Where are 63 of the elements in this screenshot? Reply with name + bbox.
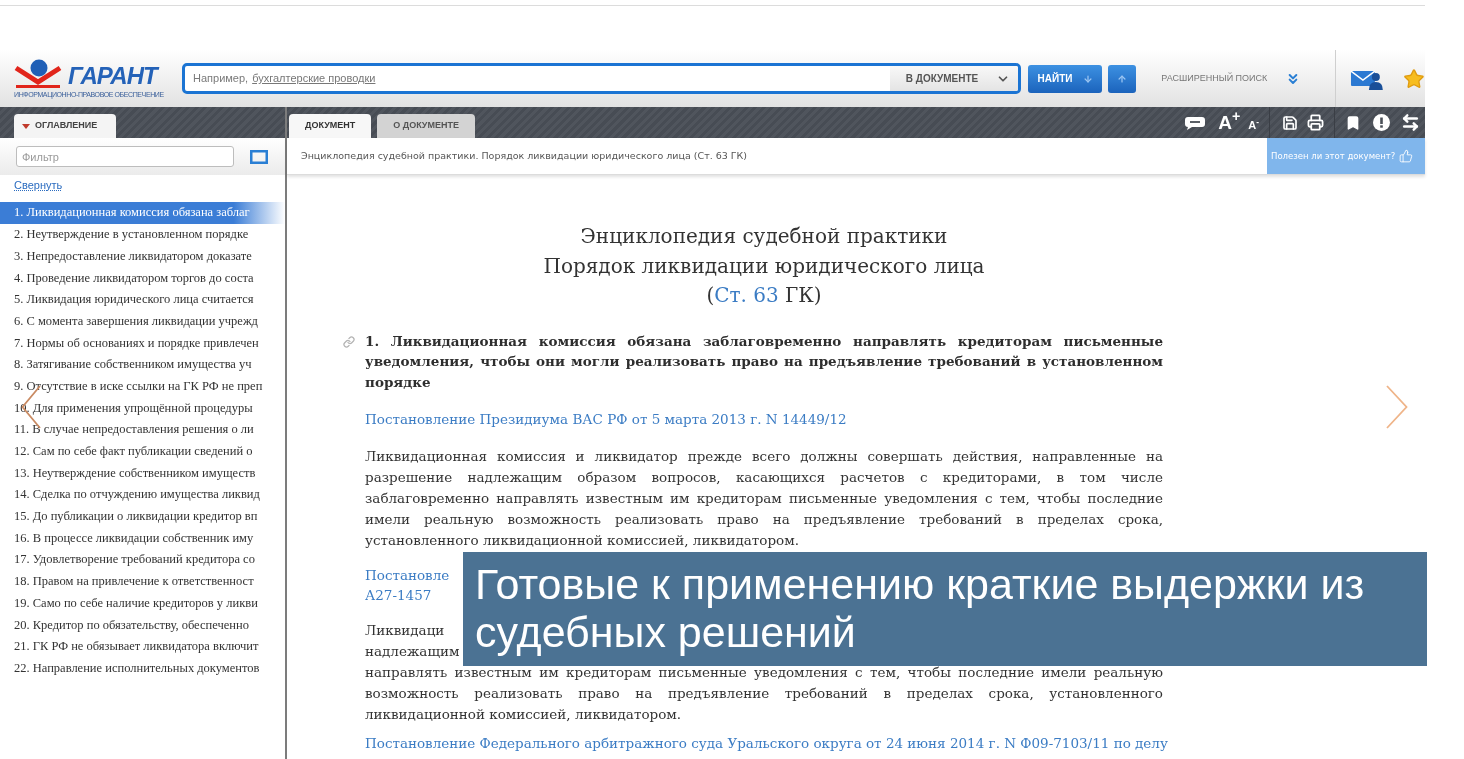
contents-item[interactable]: 13. Неутверждение собственником имуществ xyxy=(0,462,285,484)
contents-item[interactable]: 5. Ликвидация юридического лица считается xyxy=(0,288,285,311)
contents-item[interactable]: 4. Проведение ликвидатором торгов до соста xyxy=(0,267,285,289)
down-arrow-icon xyxy=(1082,73,1093,84)
thumbs-up-icon xyxy=(1399,149,1414,163)
advanced-search-button[interactable]: РАСШИРЕННЫЙ ПОИСК xyxy=(1161,70,1302,87)
print-icon[interactable] xyxy=(1307,114,1324,131)
alert-icon[interactable] xyxy=(1373,114,1390,131)
contents-item[interactable]: 20. Кредитор по обязательству, обеспеченно xyxy=(0,614,285,636)
contents-item[interactable]: 22. Направление исполнительных документов xyxy=(0,657,285,680)
paragraph-text: направлять известным им кредиторам письменные уведомления с тем, чтобы последние имели реальную возможность реализовать право на предъявление требований в пределах срока, установленного ликвидационной комиссией, ликвидатором. xyxy=(365,663,1163,724)
article-link[interactable]: Ст. 63 xyxy=(714,283,779,307)
document-path: Энциклопедия судебной практики. Порядок ликвидации юридического лица (Ст. 63 ГК) xyxy=(300,148,748,163)
contents-item[interactable]: 6. С момента завершения ликвидации учрежд xyxy=(0,310,285,333)
triangle-icon xyxy=(22,123,30,129)
contents-item[interactable]: 14. Сделка по отчуждению имущества ликвид xyxy=(0,483,285,506)
contents-item[interactable]: 3. Непредоставление ликвидатором доказате xyxy=(0,245,285,268)
swap-arrows-icon[interactable] xyxy=(1401,113,1420,132)
paragraph-text: Ликвидаци xyxy=(365,621,445,640)
square-frame-icon[interactable] xyxy=(250,149,268,164)
contents-item[interactable]: 17. Удовлетворение требований кредитора со xyxy=(0,549,285,571)
contents-item[interactable]: 15. До публикации о ликвидации кредитор вп xyxy=(0,505,285,528)
scope-dropdown[interactable]: В ДОКУМЕНТЕ xyxy=(889,66,1018,91)
contents-item[interactable]: 12. Сам по себе факт публикации сведений о xyxy=(0,440,285,463)
paragraph-text: надлежащим xyxy=(365,642,460,661)
contents-item[interactable]: 2. Неутверждение в установленном порядке xyxy=(0,223,285,246)
decision-link[interactable]: Постановле xyxy=(365,565,450,585)
decision-link[interactable]: Постановление Федерального арбитражного суда Уральского округа от 24 июня 2014 г. N Ф09-7103/11 по делу xyxy=(365,733,1168,753)
contents-tab[interactable]: ОГЛАВЛЕНИЕ xyxy=(14,114,116,138)
scroll-up-button[interactable] xyxy=(1108,64,1137,93)
bookmark-icon[interactable] xyxy=(1345,114,1361,131)
contents-item[interactable]: 9. Отсутствие в иске ссылки на ГК РФ не преп xyxy=(0,375,285,398)
speech-bubble-icon[interactable] xyxy=(1184,115,1207,130)
contents-item[interactable]: 18. Правом на привлечение к ответственност xyxy=(0,570,285,593)
decision-link[interactable]: Постановление Президиума ВАС РФ от 5 марта 2013 г. N 14449/12 xyxy=(365,409,847,429)
up-arrow-icon xyxy=(1117,73,1128,84)
decision-link[interactable]: А27-1457 xyxy=(365,585,432,605)
contents-item[interactable]: 1. Ликвидационная комиссия обязана заблаг xyxy=(0,202,285,224)
document-title: Порядок ликвидации юридического лица xyxy=(543,252,985,280)
contents-item[interactable]: 16. В процессе ликвидации собственник иму xyxy=(0,527,285,549)
document-title: (Ст. 63 ГК) xyxy=(706,282,822,309)
decrease-font-button[interactable]: A$^{-}$ xyxy=(1248,118,1259,132)
example-query-link[interactable]: бухгалтерские проводки xyxy=(252,70,376,87)
filter-field[interactable]: Фильтр xyxy=(16,146,234,167)
logo-wordmark: ГАРАНТ xyxy=(68,62,157,89)
contents-item[interactable]: 21. ГК РФ не обязывает ликвидатора включит xyxy=(0,635,285,658)
collapse-link[interactable]: Свернуть xyxy=(14,179,63,191)
star-icon[interactable] xyxy=(1403,67,1425,90)
contents-item[interactable]: 7. Нормы об основаниях и порядке привлечен xyxy=(0,332,285,354)
document-tab[interactable]: О ДОКУМЕНТЕ xyxy=(377,114,475,138)
paragraph-text: Ликвидационная комиссия и ликвидатор прежде всего должны совершать действия, направленные на разрешение надлежащим образом вопросов, касающихся расчетов с кредиторами, в том числе заблаговременно направлять известным им кредиторам письменные уведомления с тем, чтобы последние имели реальную возможность реализовать право на предъявление требований в пределах срока, установленного ликвидационной комиссией, ликвидатором. xyxy=(365,447,1163,550)
find-button[interactable]: НАЙТИ xyxy=(1027,64,1103,93)
section-heading: 1. Ликвидационная комиссия обязана заблаговременно направлять кредиторам письменные уведомления, чтобы они могли реализовать право на предъявление требований в установленном порядке xyxy=(365,331,1163,392)
figure-emblem-icon xyxy=(14,58,62,89)
save-icon[interactable] xyxy=(1282,114,1298,131)
contents-item[interactable]: 19. Само по себе наличие кредиторов у ликви xyxy=(0,592,285,615)
search-hint: Например, xyxy=(192,71,249,87)
increase-font-button[interactable]: A$^{+}$ xyxy=(1218,111,1241,134)
caption-text: Готовые к применению краткие выдержки из судебных решений xyxy=(475,560,1366,656)
contents-item[interactable]: 8. Затягивание собственником имущества уч xyxy=(0,353,285,376)
search-field[interactable]: Например, бухгалтерские проводки В ДОКУМЕНТЕ xyxy=(182,63,1021,94)
document-tab[interactable]: ДОКУМЕНТ xyxy=(289,114,372,138)
document-title: Энциклопедия судебной практики xyxy=(580,223,948,250)
